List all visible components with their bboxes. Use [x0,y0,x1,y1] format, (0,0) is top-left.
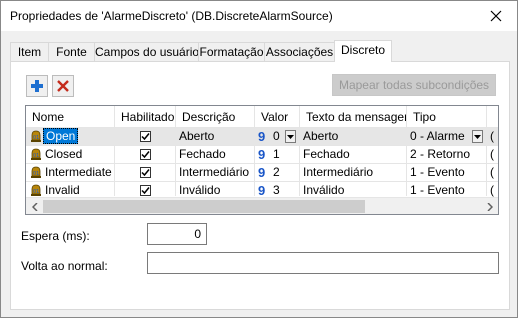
condition-type[interactable]: 2 - Retorno [407,146,486,163]
checkmark-icon [141,187,150,195]
condition-value[interactable]: 1 [273,146,280,163]
column-header-overflow[interactable] [487,106,498,128]
discrete-tab-panel: Mapear todas subcondições Nome Habilitad… [10,61,510,310]
table-row[interactable]: 01 Intermediate Intermediário 9 2 Interm… [26,164,498,181]
scroll-right-button[interactable] [481,198,498,214]
overflow-cell: ( [490,147,494,161]
enabled-checkbox[interactable] [140,131,151,142]
return-to-normal-input[interactable] [147,252,499,274]
add-condition-button[interactable] [26,75,48,97]
value-dropdown-button[interactable] [285,130,296,143]
dropdown-arrow-icon [474,134,481,139]
map-all-subconditions-button[interactable]: Mapear todas subcondições [332,74,496,96]
column-header-description[interactable]: Descrição [176,106,255,128]
priority-glyph: 9 [258,147,266,162]
condition-description[interactable]: Intermediário [176,164,254,181]
checkmark-icon [141,169,150,177]
condition-description[interactable]: Fechado [176,146,254,163]
return-to-normal-label: Volta ao normal: [21,259,108,273]
priority-glyph: 9 [258,165,266,180]
priority-glyph: 9 [258,129,266,144]
overflow-cell: ( [490,129,494,143]
tab-formatting[interactable]: Formatação [198,42,265,61]
enabled-checkbox[interactable] [140,167,151,178]
condition-message[interactable]: Intermediário [300,164,406,181]
condition-name[interactable]: Open [43,128,79,144]
alarm-bell-icon: 01 [31,184,41,196]
alarm-bell-icon: 01 [31,130,41,142]
type-dropdown-button[interactable] [472,130,483,143]
table-row[interactable]: 01 Closed Fechado 9 1 Fechado 2 - Retorn… [26,146,498,163]
svg-text:01: 01 [33,171,39,177]
svg-text:01: 01 [33,189,39,195]
grid-header: Nome Habilitado Descrição Valor Texto da… [26,106,498,128]
close-button[interactable] [481,4,511,28]
delete-x-icon [57,80,69,92]
tab-source[interactable]: Fonte [48,42,95,61]
scrollbar-thumb[interactable] [43,200,365,213]
tab-item[interactable]: Item [10,42,49,61]
column-header-enabled[interactable]: Habilitado [115,106,176,128]
tab-discrete[interactable]: Discreto [334,40,392,62]
column-header-name[interactable]: Nome [26,106,115,128]
wait-label: Espera (ms): [21,229,90,243]
condition-value[interactable]: 0 [273,128,280,145]
wait-ms-input[interactable]: 0 [147,223,207,245]
checkmark-icon [141,133,150,141]
chevron-right-icon [486,202,493,211]
tab-user-fields[interactable]: Campos do usuário [94,42,199,61]
enabled-checkbox[interactable] [140,149,151,160]
condition-name[interactable]: Closed [45,146,82,163]
delete-condition-button[interactable] [52,75,74,97]
column-header-message-text[interactable]: Texto da mensagem [300,106,407,128]
condition-message[interactable]: Fechado [300,146,406,163]
overflow-cell: ( [490,165,494,179]
tab-associations[interactable]: Associações [264,42,335,61]
chevron-left-icon [31,202,38,211]
plus-icon [31,80,43,92]
table-row[interactable]: 01 Invalid Inválido 9 3 Inválido 1 - Eve… [26,182,498,198]
column-header-value[interactable]: Valor [255,106,300,128]
title-bar: Propriedades de 'AlarmeDiscreto' (DB.Dis… [1,1,517,31]
enabled-checkbox[interactable] [140,185,151,196]
condition-name[interactable]: Intermediate [45,164,112,181]
condition-type[interactable]: 1 - Evento [407,164,486,181]
checkmark-icon [141,151,150,159]
svg-text:01: 01 [33,153,39,159]
horizontal-scrollbar[interactable] [26,197,498,214]
alarm-bell-icon: 01 [31,148,41,160]
condition-message[interactable]: Aberto [300,128,406,145]
table-row[interactable]: 01 Open Aberto 9 0 Aberto 0 - Alarme ( [26,128,498,145]
column-header-type[interactable]: Tipo [407,106,487,128]
condition-type[interactable]: 0 - Alarme [410,128,465,145]
close-icon [490,10,502,22]
svg-text:01: 01 [33,135,39,141]
properties-dialog: Propriedades de 'AlarmeDiscreto' (DB.Dis… [0,0,518,318]
scroll-left-button[interactable] [26,198,43,214]
dialog-title: Propriedades de 'AlarmeDiscreto' (DB.Dis… [10,9,333,23]
dropdown-arrow-icon [287,134,294,139]
condition-description[interactable]: Aberto [176,128,254,145]
condition-value[interactable]: 2 [273,164,280,181]
subconditions-grid[interactable]: Nome Habilitado Descrição Valor Texto da… [25,105,499,215]
alarm-bell-icon: 01 [31,166,41,178]
